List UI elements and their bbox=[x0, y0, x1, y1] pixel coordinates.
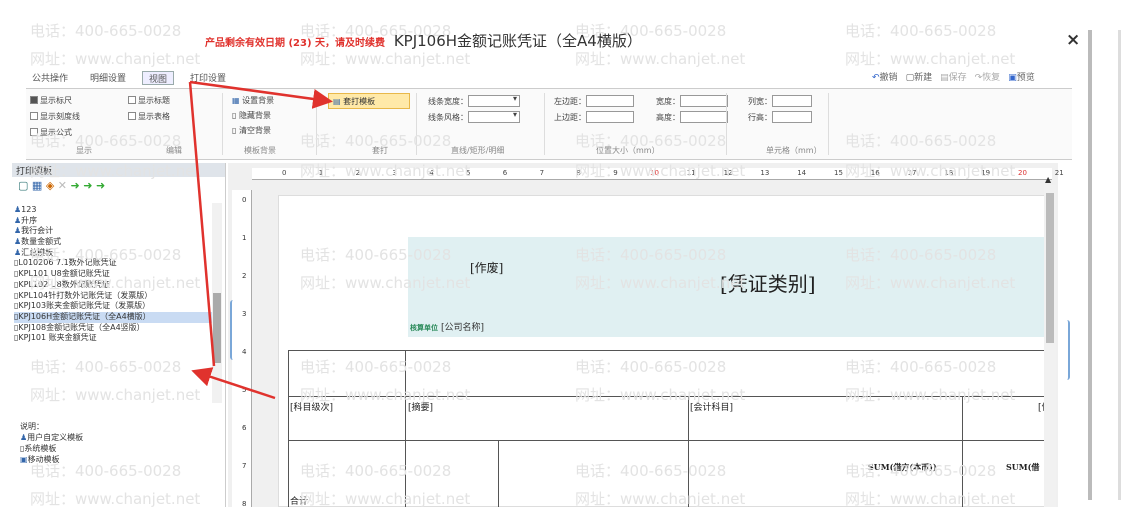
annotation-arrows bbox=[188, 80, 333, 400]
arrow-to-selected-template bbox=[191, 367, 276, 400]
arrow-to-print-template bbox=[189, 80, 333, 109]
arrow-line bbox=[188, 81, 216, 367]
